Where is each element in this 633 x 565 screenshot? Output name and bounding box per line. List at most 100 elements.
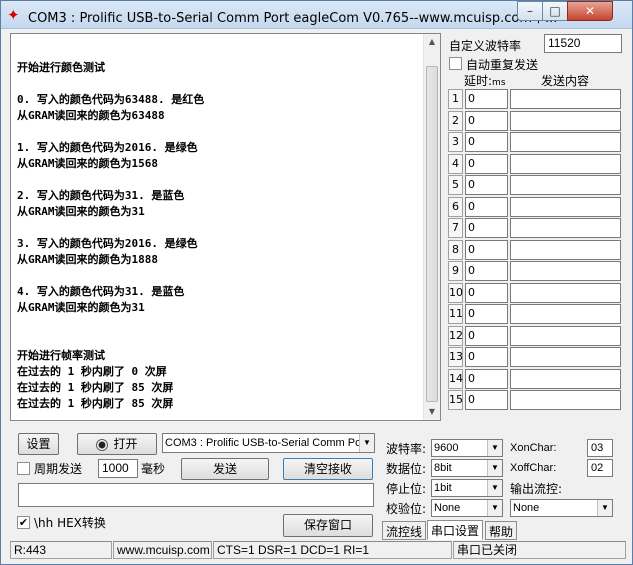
custom-baud-input[interactable]: 11520 [544,34,622,53]
open-button[interactable]: 打开 [77,433,157,455]
send-row-delay-input[interactable]: 0 [465,239,508,260]
send-row-button[interactable]: 2 [448,110,463,131]
send-row-content-input[interactable] [510,261,621,281]
flow-control-label: 输出流控: [510,482,563,496]
send-button[interactable]: 发送 [181,458,269,480]
databits-select[interactable]: 8bit ▼ [431,459,503,477]
send-row-delay-input[interactable]: 0 [465,325,508,346]
chevron-down-icon: ▼ [487,440,502,456]
send-row-delay-input[interactable]: 0 [465,218,508,238]
send-row-button[interactable]: 4 [448,153,463,174]
databits-select-value: 8bit [434,462,452,474]
send-row-delay-input[interactable]: 0 [465,196,508,217]
baud-select-value: 9600 [434,442,459,454]
receive-scrollbar[interactable]: ▲ ▼ [423,34,440,420]
send-list-row: 20 [446,110,622,132]
send-row-content-input[interactable] [510,282,621,303]
send-input[interactable] [18,483,374,507]
xoff-label: XoffChar: [510,462,557,474]
hex-label: \hh HEX转换 [34,516,106,530]
receive-text: 开始进行颜色测试 0. 写入的颜色代码为63488. 是红色 从GRAM读回来的… [17,61,205,410]
send-row-content-input[interactable] [510,368,621,389]
send-row-button[interactable]: 13 [448,347,463,367]
databits-label: 数据位: [386,462,427,476]
send-row-button[interactable]: 3 [448,132,463,152]
send-list-row: 60 [446,196,622,218]
parity-select[interactable]: None ▼ [431,499,503,517]
send-row-content-input[interactable] [510,153,621,174]
send-row-button[interactable]: 14 [448,368,463,389]
send-row-button[interactable]: 8 [448,239,463,260]
scroll-thumb[interactable] [426,66,438,402]
window-title: COM3 : Prolific USB-to-Serial Comm Port … [28,11,558,26]
title-bar[interactable]: ✦ COM3 : Prolific USB-to-Serial Comm Por… [1,1,632,29]
send-row-delay-input[interactable]: 0 [465,368,508,389]
send-row-button[interactable]: 11 [448,304,463,324]
send-row-content-input[interactable] [510,196,621,217]
scroll-up-arrow-icon[interactable]: ▲ [424,34,440,50]
delay-column-header: 延时:ms [464,72,506,89]
periodic-interval-input[interactable]: 1000 [98,459,138,478]
send-row-delay-input[interactable]: 0 [465,153,508,174]
send-row-delay-input[interactable]: 0 [465,89,508,109]
stopbits-select[interactable]: 1bit ▼ [431,479,503,497]
send-row-delay-input[interactable]: 0 [465,347,508,367]
xon-input[interactable]: 03 [587,439,613,457]
send-row-button[interactable]: 12 [448,325,463,346]
send-row-content-input[interactable] [510,390,621,410]
send-row-content-input[interactable] [510,175,621,195]
settings-button[interactable]: 设置 [18,433,59,455]
send-row-button[interactable]: 1 [448,89,463,109]
chevron-down-icon: ▼ [487,480,502,496]
xoff-input[interactable]: 02 [587,459,613,477]
send-row-content-input[interactable] [510,89,621,109]
send-row-delay-input[interactable]: 0 [465,282,508,303]
tab-flow-lines[interactable]: 流控线 [382,521,427,540]
send-row-delay-input[interactable]: 0 [465,390,508,410]
parity-label: 校验位: [386,502,427,516]
baud-select[interactable]: 9600 ▼ [431,439,503,457]
port-select[interactable]: COM3 : Prolific USB-to-Serial Comm Port ▼ [162,433,375,453]
xon-label: XonChar: [510,442,557,454]
received-count: R:443 [10,541,112,559]
send-row-delay-input[interactable]: 0 [465,132,508,152]
tab-serial-settings[interactable]: 串口设置 [427,520,484,540]
send-row-content-input[interactable] [510,304,621,324]
hex-checkbox[interactable]: ✔ [17,516,30,529]
send-row-content-input[interactable] [510,110,621,131]
flow-control-select[interactable]: None ▼ [510,499,613,517]
periodic-send-label: 周期发送 [34,462,83,476]
scroll-down-arrow-icon[interactable]: ▼ [424,404,440,420]
periodic-send-checkbox[interactable] [17,462,30,475]
maximize-button[interactable]: □ [542,1,568,21]
tab-help[interactable]: 帮助 [485,521,518,540]
receive-textarea[interactable]: 开始进行颜色测试 0. 写入的颜色代码为63488. 是红色 从GRAM读回来的… [10,33,441,421]
save-window-button[interactable]: 保存窗口 [283,514,373,537]
send-row-button[interactable]: 10 [448,282,463,303]
website-link[interactable]: www.mcuisp.com [113,541,212,559]
delay-unit: ms [492,78,506,88]
send-row-content-input[interactable] [510,132,621,152]
send-row-button[interactable]: 5 [448,175,463,195]
send-row-button[interactable]: 9 [448,261,463,281]
close-button[interactable]: ✕ [567,1,613,21]
send-row-button[interactable]: 15 [448,390,463,410]
send-row-content-input[interactable] [510,325,621,346]
chevron-down-icon: ▼ [359,434,374,452]
send-row-content-input[interactable] [510,347,621,367]
send-list-row: 12 0 [446,325,622,347]
send-row-delay-input[interactable]: 0 [465,110,508,131]
send-list-row: 13 0 [446,347,622,368]
send-row-delay-input[interactable]: 0 [465,261,508,281]
send-row-delay-input[interactable]: 0 [465,304,508,324]
minimize-button[interactable]: – [517,1,543,21]
clear-receive-button[interactable]: 清空接收 [283,458,373,480]
send-row-button[interactable]: 6 [448,196,463,217]
auto-repeat-checkbox[interactable] [449,57,462,70]
send-row-content-input[interactable] [510,239,621,260]
send-row-content-input[interactable] [510,218,621,238]
send-row-button[interactable]: 7 [448,218,463,238]
send-row-delay-input[interactable]: 0 [465,175,508,195]
stopbits-select-value: 1bit [434,482,452,494]
send-list: 1 0 2 0 3 0 4 0 5 0 6 0 7 0 8 0 9 0 10 0 11 0 12 0 13 0 14 0 15 0 [446,89,622,426]
